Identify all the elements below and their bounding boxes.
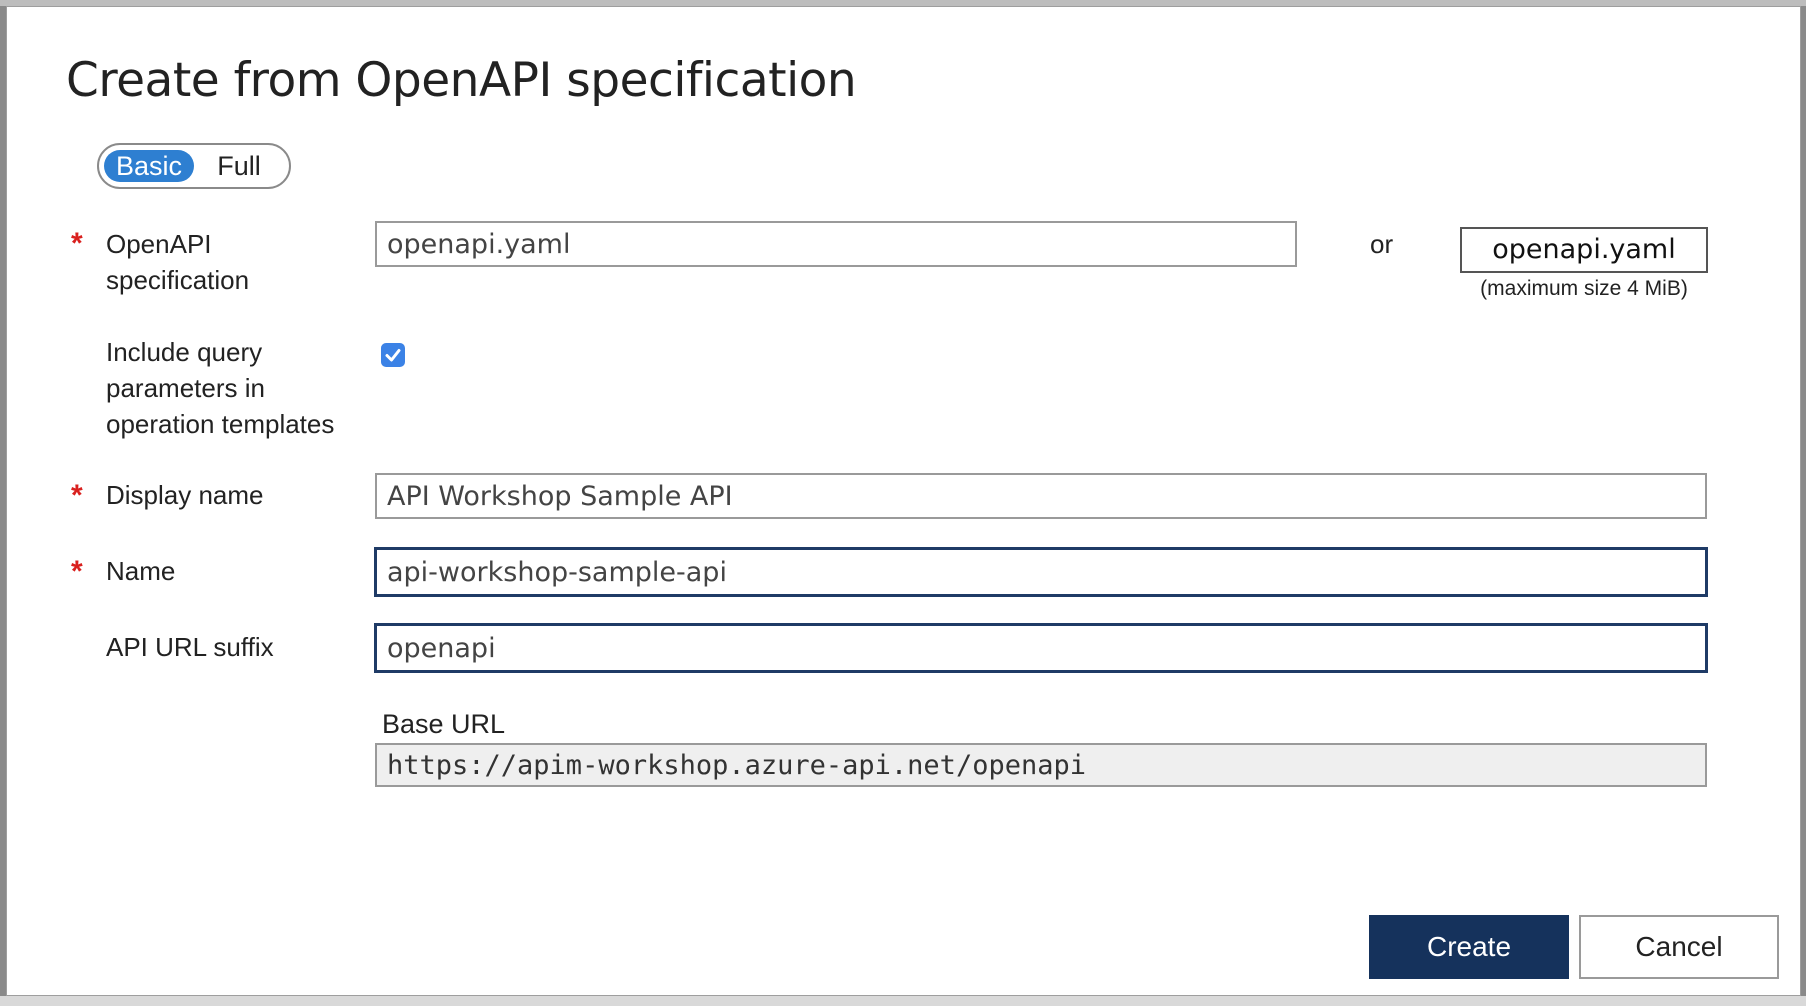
openapi-spec-label: OpenAPI specification xyxy=(106,226,249,298)
dialog-title: Create from OpenAPI specification xyxy=(66,53,857,108)
name-label: Name xyxy=(106,556,176,586)
include-query-checkbox[interactable] xyxy=(381,343,405,367)
checkmark-icon xyxy=(385,349,401,362)
or-text: or xyxy=(1370,229,1394,259)
create-button[interactable]: Create xyxy=(1369,915,1569,979)
include-query-label-line3: operation templates xyxy=(106,409,335,439)
base-url-field xyxy=(375,743,1707,787)
file-size-hint: (maximum size 4 MiB) xyxy=(1480,277,1688,300)
mode-toggle: Basic Full xyxy=(97,143,291,189)
toggle-option-full[interactable]: Full xyxy=(201,150,277,182)
file-select-button[interactable]: openapi.yaml xyxy=(1460,227,1708,273)
required-asterisk: * xyxy=(71,555,83,588)
api-url-suffix-input[interactable] xyxy=(375,624,1707,672)
include-query-label: Include query parameters in operation te… xyxy=(106,334,334,442)
display-name-input[interactable] xyxy=(375,473,1707,519)
cancel-button[interactable]: Cancel xyxy=(1579,915,1779,979)
base-url-label: Base URL xyxy=(382,709,506,739)
include-query-label-line1: Include query xyxy=(106,337,263,367)
backdrop-bottom-strip xyxy=(0,996,1806,1006)
display-name-label: Display name xyxy=(106,480,264,510)
openapi-spec-label-line1: OpenAPI xyxy=(106,229,212,259)
toggle-option-basic[interactable]: Basic xyxy=(104,150,194,182)
create-openapi-dialog: Create from OpenAPI specification Basic … xyxy=(6,6,1801,996)
include-query-label-line2: parameters in xyxy=(106,373,265,403)
required-asterisk: * xyxy=(71,227,83,260)
name-input[interactable] xyxy=(375,548,1707,596)
api-url-suffix-label: API URL suffix xyxy=(106,632,274,662)
openapi-spec-label-line2: specification xyxy=(106,265,250,295)
required-asterisk: * xyxy=(71,479,83,512)
openapi-spec-input[interactable] xyxy=(375,221,1297,267)
